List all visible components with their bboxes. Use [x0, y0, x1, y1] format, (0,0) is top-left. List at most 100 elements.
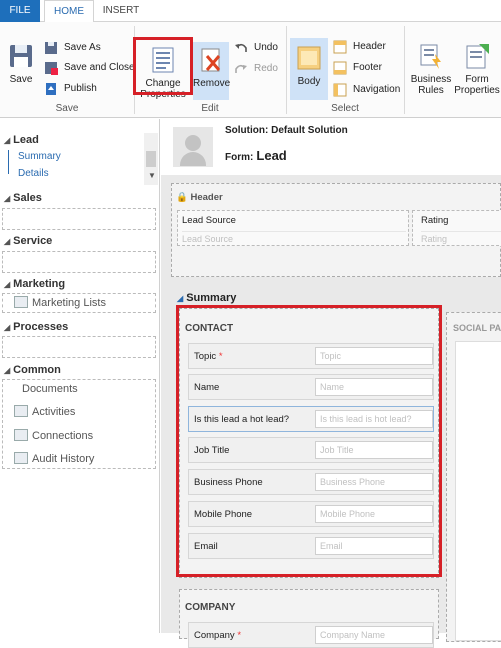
lead-source-input[interactable]: Lead Source [182, 231, 406, 244]
redo-button[interactable]: Redo [234, 60, 278, 78]
expand-triangle-icon: ◢ [4, 323, 11, 332]
nav-group-common[interactable]: ◢ Common [4, 364, 61, 376]
business-rules-icon [417, 42, 445, 70]
navigation-button[interactable]: Navigation [333, 81, 400, 99]
header-label: Header [353, 41, 386, 52]
form-properties-icon [463, 42, 491, 70]
remove-icon [197, 46, 225, 74]
nav-group-service[interactable]: ◢ Service [4, 235, 52, 247]
nav-drop-zone-service [2, 251, 156, 273]
nav-group-sales[interactable]: ◢ Sales [4, 192, 42, 204]
header-button[interactable]: Header [333, 38, 386, 56]
lock-icon: 🔒 [176, 192, 188, 203]
company-section[interactable]: COMPANY Company * Company Name [179, 589, 439, 648]
audit-history-icon [14, 452, 28, 464]
tab-insert[interactable]: INSERT [96, 0, 146, 22]
form-name: Lead [256, 148, 287, 163]
nav-item-documents[interactable]: Documents [22, 383, 78, 395]
ribbon-separator [404, 26, 405, 114]
footer-label: Footer [353, 62, 382, 73]
nav-group-lead[interactable]: ◢ Lead [4, 134, 39, 146]
footer-layout-icon [333, 61, 347, 75]
expand-triangle-icon: ◢ [4, 366, 11, 375]
nav-group-marketing[interactable]: ◢ Marketing [4, 278, 65, 290]
undo-arrow-icon [234, 41, 248, 55]
footer-button[interactable]: Footer [333, 59, 382, 77]
edit-group-label: Edit [201, 103, 219, 114]
navigation-layout-icon [333, 83, 347, 97]
remove-label: Remove [193, 78, 231, 89]
undo-label: Undo [254, 42, 278, 53]
remove-button[interactable]: Remove [193, 42, 231, 100]
social-pane-body [455, 341, 501, 641]
nav-item-marketing-lists-label: Marketing Lists [32, 297, 106, 309]
field-label-text: Company [194, 630, 235, 641]
navigation-label: Navigation [353, 84, 401, 95]
solution-value: Default Solution [271, 125, 348, 136]
save-and-close-button[interactable]: Save and Close [44, 59, 135, 77]
body-button[interactable]: Body [290, 38, 328, 100]
body-label: Body [297, 76, 321, 87]
summary-tab-title[interactable]: ◢ Summary [177, 292, 236, 304]
entity-avatar [173, 127, 213, 167]
nav-group-common-label: Common [13, 364, 61, 376]
summary-tab-title-text: Summary [186, 292, 237, 304]
field-input[interactable]: Company Name [315, 626, 433, 644]
list-icon [14, 296, 28, 308]
nav-scrollbar-thumb[interactable] [146, 151, 156, 167]
header-title-text: Header [190, 192, 223, 203]
nav-item-audit-history[interactable]: Audit History [14, 452, 94, 465]
highlight-change-properties [133, 37, 193, 95]
field-label: Company * [194, 630, 241, 641]
publish-label: Publish [64, 83, 97, 94]
nav-group-marketing-label: Marketing [13, 278, 66, 290]
nav-item-connections[interactable]: Connections [14, 429, 93, 442]
header-field-rating[interactable]: Rating Rating [412, 210, 501, 246]
activities-icon [14, 405, 28, 417]
form-name-line: Form: Lead [225, 148, 287, 163]
chevron-down-icon[interactable]: ▼ [148, 171, 156, 180]
header-field-lead-source[interactable]: Lead Source Lead Source [177, 210, 409, 246]
form-properties-button[interactable]: Form Properties [454, 42, 500, 96]
save-label: Save [9, 74, 33, 85]
expand-triangle-icon: ◢ [4, 237, 11, 246]
field-company[interactable]: Company * Company Name [188, 622, 434, 648]
ribbon-separator [286, 26, 287, 114]
nav-link-summary[interactable]: Summary [18, 151, 61, 162]
nav-item-activities[interactable]: Activities [14, 405, 75, 418]
nav-group-sales-label: Sales [13, 192, 42, 204]
nav-group-processes[interactable]: ◢ Processes [4, 321, 68, 333]
publish-button[interactable]: Publish [44, 80, 97, 98]
publish-icon [44, 82, 58, 96]
connections-icon [14, 429, 28, 441]
expand-triangle-icon: ◢ [4, 136, 11, 145]
tab-file[interactable]: FILE [0, 0, 40, 22]
nav-item-audit-history-label: Audit History [32, 453, 95, 465]
header-title: 🔒 Header [176, 192, 223, 203]
rating-input[interactable]: Rating [421, 231, 501, 244]
social-pane-title: SOCIAL PA [453, 323, 501, 333]
undo-button[interactable]: Undo [234, 39, 278, 57]
business-rules-button[interactable]: Business Rules [408, 42, 454, 96]
redo-arrow-icon [234, 62, 248, 76]
header-section[interactable]: 🔒 Header Lead Source Lead Source Rating … [171, 183, 501, 277]
ribbon-tab-bar: FILE HOME INSERT [0, 0, 501, 23]
header-layout-icon [333, 40, 347, 54]
form-navigation-pane: ◢ Lead Summary Details ▼ ◢ Sales ◢ Service … [0, 119, 160, 633]
nav-drop-zone-sales [2, 208, 156, 230]
form-header-info: Solution: Default Solution Form: Lead [161, 119, 501, 175]
expand-triangle-icon: ◢ [177, 294, 184, 303]
required-asterisk: * [237, 630, 242, 641]
nav-link-details[interactable]: Details [18, 168, 49, 179]
nav-group-service-label: Service [13, 235, 53, 247]
ribbon: Save Save As Save and Close Publish Save… [0, 22, 501, 118]
nav-item-marketing-lists[interactable]: Marketing Lists [14, 296, 106, 309]
social-pane-section[interactable]: SOCIAL PA [446, 312, 501, 642]
lead-source-label: Lead Source [182, 215, 236, 226]
rating-label: Rating [421, 215, 449, 226]
business-rules-label-1: Business [410, 74, 452, 85]
tab-home[interactable]: HOME [44, 0, 94, 23]
save-as-button[interactable]: Save As [44, 39, 101, 57]
redo-label: Redo [254, 63, 278, 74]
save-button[interactable]: Save [4, 42, 38, 85]
